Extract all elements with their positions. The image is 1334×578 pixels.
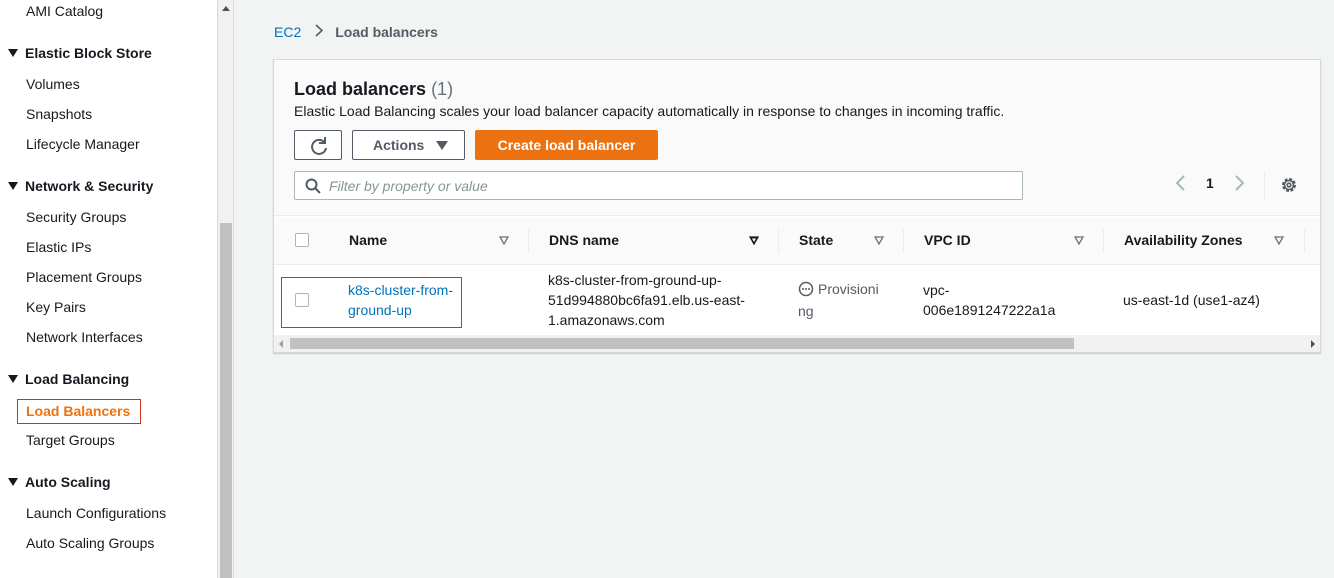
scrollbar-thumb[interactable] [290,338,1074,349]
state-text: ng [798,303,814,319]
create-load-balancer-button[interactable]: Create load balancer [475,130,658,160]
availability-zones-cell: us-east-1d (use1-az4) [1123,292,1260,308]
sidebar-section-network-security[interactable]: Network & Security [8,178,153,194]
sidebar-item-target-groups[interactable]: Target Groups [26,432,115,448]
panel-description: Elastic Load Balancing scales your load … [294,103,1005,119]
sidebar-scrollbar[interactable] [218,0,234,578]
sort-icon[interactable] [1074,236,1084,245]
sidebar-nav: AMI Catalog Elastic Block Store Volumes … [0,0,218,578]
refresh-icon [311,137,327,155]
sidebar-item-elastic-ips[interactable]: Elastic IPs [26,239,91,255]
column-header-state[interactable]: State [799,232,833,248]
scroll-right-arrow-icon[interactable] [1311,340,1315,348]
name-line[interactable]: ground-up [348,300,453,320]
vpc-line: vpc- [923,282,950,298]
sidebar-section-elastic-block-store[interactable]: Elastic Block Store [8,45,152,61]
gear-icon [1282,178,1296,192]
sidebar-item-snapshots[interactable]: Snapshots [26,106,92,122]
chevron-right-icon [315,24,324,40]
sidebar-item-auto-scaling-groups[interactable]: Auto Scaling Groups [26,535,154,551]
sidebar-section-load-balancing[interactable]: Load Balancing [8,371,129,387]
actions-label: Actions [373,137,425,153]
column-divider[interactable] [778,229,779,253]
breadcrumb: EC2 Load balancers [274,24,438,40]
sidebar-item-ami-catalog[interactable]: AMI Catalog [26,3,103,19]
caret-down-icon [436,140,449,150]
panel-count: (1) [431,79,454,99]
caret-down-icon [8,182,18,190]
caret-down-icon [8,49,18,57]
sidebar-item-label: Load Balancers [26,403,131,419]
column-header-dns-name[interactable]: DNS name [549,232,619,248]
name-line[interactable]: k8s-cluster-from- [348,280,453,300]
column-divider[interactable] [528,229,529,253]
panel-title-text: Load balancers [294,79,427,99]
dns-line: k8s-cluster-from-ground-up- [548,272,722,288]
sidebar-item-load-balancers[interactable]: Load Balancers [17,399,141,424]
filter-field[interactable] [294,171,1023,200]
sidebar-item-network-interfaces[interactable]: Network Interfaces [26,329,143,345]
column-header-availability-zones[interactable]: Availability Zones [1124,232,1243,248]
sidebar-item-security-groups[interactable]: Security Groups [26,209,126,225]
vpc-line: 006e1891247222a1a [923,302,1056,318]
scroll-left-arrow-icon[interactable] [279,340,283,348]
sidebar-item-key-pairs[interactable]: Key Pairs [26,299,86,315]
table-header: Name DNS name State VPC ID Availability … [274,217,1320,265]
search-icon [305,178,321,194]
dns-line: 1.amazonaws.com [548,312,665,328]
vpc-id-cell: vpc- 006e1891247222a1a [923,280,1055,320]
chevron-left-icon[interactable] [1174,174,1186,192]
filter-input[interactable] [329,177,979,194]
sidebar-section-label: Elastic Block Store [25,45,152,61]
state-cell: Provisioni ng [798,279,879,321]
row-checkbox[interactable] [295,293,309,307]
select-all-checkbox[interactable] [295,233,309,247]
page-number[interactable]: 1 [1206,175,1214,191]
dns-line: 51d994880bc6fa91.elb.us-east- [548,292,745,308]
dns-name-cell: k8s-cluster-from-ground-up- 51d994880bc6… [548,270,745,330]
state-text: Provisioni [818,281,879,297]
sidebar-section-label: Auto Scaling [25,474,111,490]
column-divider[interactable] [1103,229,1104,253]
preferences-button[interactable] [1280,176,1298,197]
chevron-right-icon[interactable] [1234,174,1246,192]
column-header-name[interactable]: Name [349,232,387,248]
page-title: Load balancers (1) [294,79,453,100]
load-balancers-panel: Load balancers (1) Elastic Load Balancin… [273,59,1321,353]
sidebar-item-launch-configurations[interactable]: Launch Configurations [26,505,166,521]
caret-down-icon [8,478,18,486]
sort-icon[interactable] [499,236,509,245]
sort-icon[interactable] [874,236,884,245]
actions-dropdown-button[interactable]: Actions [352,130,465,160]
scrollbar-thumb[interactable] [220,223,232,578]
sidebar-item-volumes[interactable]: Volumes [26,76,80,92]
breadcrumb-ec2-link[interactable]: EC2 [274,24,301,40]
sort-icon[interactable] [1274,236,1284,245]
refresh-button[interactable] [294,130,342,160]
sidebar-section-label: Load Balancing [25,371,130,387]
sort-icon[interactable] [749,236,759,245]
sidebar-item-lifecycle-manager[interactable]: Lifecycle Manager [26,136,140,152]
breadcrumb-current: Load balancers [335,24,438,40]
caret-down-icon [8,375,18,383]
sidebar-section-label: Network & Security [25,178,154,194]
column-divider[interactable] [903,229,904,253]
load-balancer-name-link[interactable]: k8s-cluster-from- ground-up [348,280,453,320]
create-label: Create load balancer [497,137,636,153]
divider [1264,172,1265,200]
column-header-vpc-id[interactable]: VPC ID [924,232,971,248]
sidebar-section-auto-scaling[interactable]: Auto Scaling [8,474,111,490]
panel-header: Load balancers (1) Elastic Load Balancin… [274,60,1320,216]
pending-status-icon [798,281,814,297]
table-horizontal-scrollbar[interactable] [274,335,1320,352]
pagination: 1 [1174,174,1246,192]
scroll-up-arrow-icon[interactable] [222,6,230,11]
sidebar-item-placement-groups[interactable]: Placement Groups [26,269,142,285]
column-divider[interactable] [1304,229,1305,253]
